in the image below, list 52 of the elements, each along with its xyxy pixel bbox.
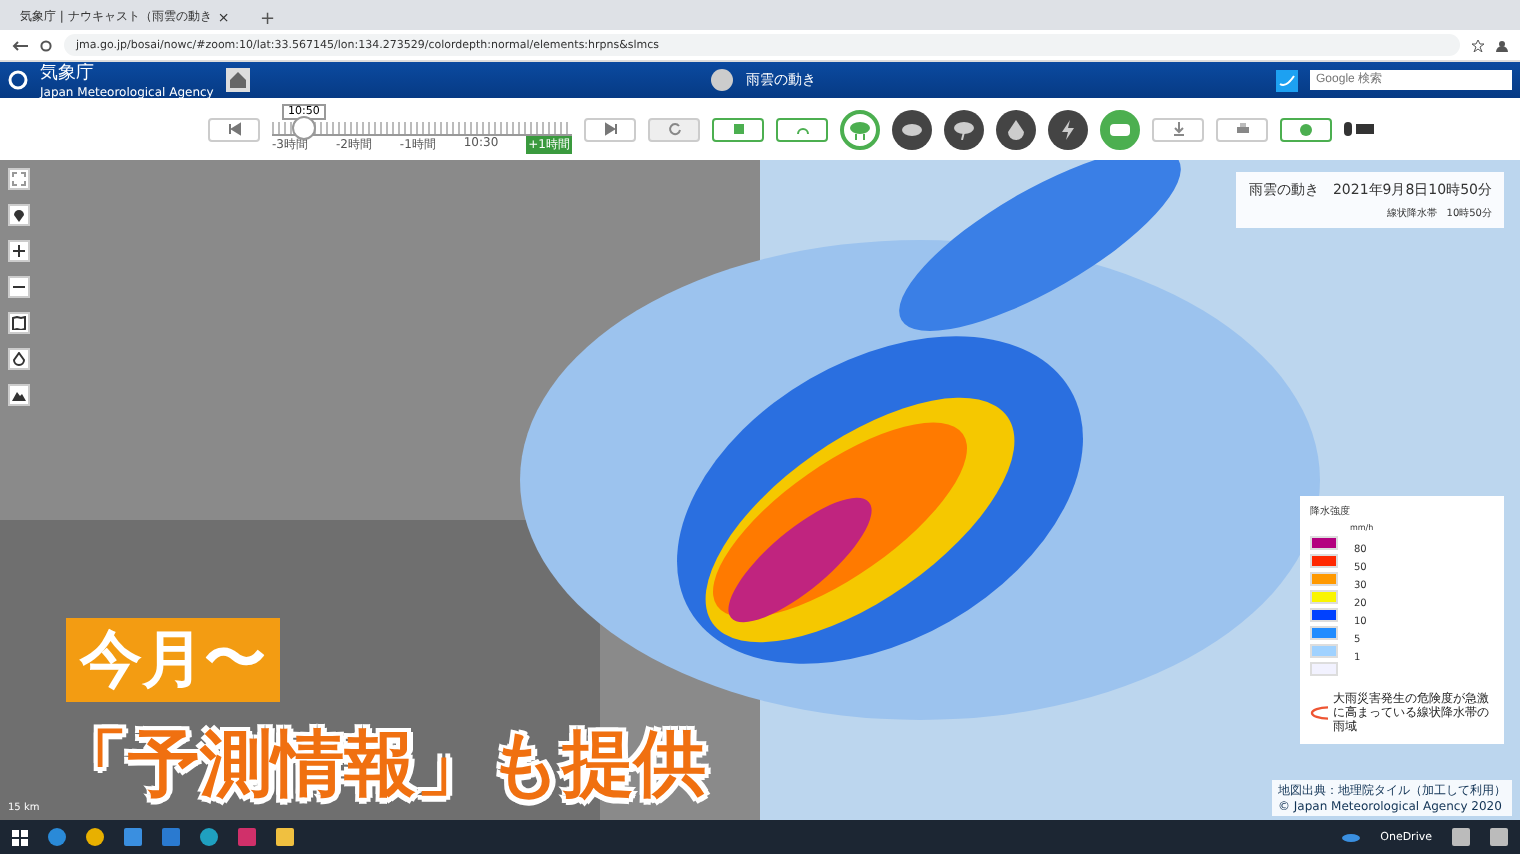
gauge-icon bbox=[795, 124, 809, 134]
mouse-keyboard-icon[interactable] bbox=[1344, 122, 1374, 136]
help-icon bbox=[1300, 123, 1312, 135]
back-icon[interactable] bbox=[12, 39, 28, 51]
download-icon bbox=[1171, 122, 1185, 136]
refresh-button[interactable] bbox=[648, 117, 700, 141]
globe-icon bbox=[709, 68, 734, 92]
fullscreen-button[interactable] bbox=[8, 168, 30, 190]
bird-icon[interactable] bbox=[1276, 69, 1299, 91]
print-button[interactable] bbox=[1216, 117, 1268, 141]
pin-icon bbox=[12, 208, 26, 222]
layer-button[interactable] bbox=[8, 348, 30, 370]
home-icon[interactable] bbox=[225, 68, 250, 92]
plus-icon bbox=[12, 244, 26, 258]
caption: 今月〜 bbox=[66, 618, 280, 702]
mountain-icon bbox=[12, 388, 26, 402]
logo-text: 気象庁 bbox=[40, 61, 96, 86]
browser-icon[interactable] bbox=[86, 828, 104, 846]
skip-forward-icon bbox=[603, 122, 617, 136]
caption: 「予測情報」も提供 bbox=[56, 722, 706, 810]
lightning-icon bbox=[1060, 119, 1076, 139]
browser-icon[interactable] bbox=[48, 828, 66, 846]
speed-button[interactable] bbox=[776, 117, 828, 141]
expand-icon bbox=[12, 172, 26, 186]
drop-icon bbox=[1008, 119, 1024, 139]
map-button[interactable] bbox=[8, 312, 30, 334]
download-button[interactable] bbox=[1152, 117, 1204, 141]
location-button[interactable] bbox=[8, 204, 30, 226]
layer-button[interactable] bbox=[996, 109, 1036, 149]
printer-icon bbox=[1235, 122, 1249, 136]
skip-forward-button[interactable] bbox=[584, 117, 636, 141]
new-tab-button[interactable]: + bbox=[260, 10, 276, 30]
windows-icon[interactable] bbox=[12, 829, 28, 845]
drop-icon bbox=[12, 352, 26, 366]
layer-button[interactable] bbox=[944, 109, 984, 149]
stop-icon bbox=[733, 124, 743, 134]
terrain-button[interactable] bbox=[8, 384, 30, 406]
skip-back-icon bbox=[227, 122, 241, 136]
refresh-icon bbox=[667, 122, 681, 136]
minus-icon bbox=[12, 280, 26, 294]
zoom-out-button[interactable] bbox=[8, 276, 30, 298]
layer-button[interactable] bbox=[1048, 109, 1088, 149]
layer-button[interactable] bbox=[892, 109, 932, 149]
skip-back-button[interactable] bbox=[208, 117, 260, 141]
map-icon bbox=[12, 316, 26, 330]
zoom-in-button[interactable] bbox=[8, 240, 30, 262]
help-button[interactable] bbox=[1280, 117, 1332, 141]
star-icon[interactable] bbox=[1472, 39, 1484, 51]
profile-icon[interactable] bbox=[1496, 39, 1508, 51]
logo-icon bbox=[8, 70, 28, 90]
browser-icon[interactable] bbox=[200, 828, 218, 846]
stop-button[interactable] bbox=[712, 117, 764, 141]
